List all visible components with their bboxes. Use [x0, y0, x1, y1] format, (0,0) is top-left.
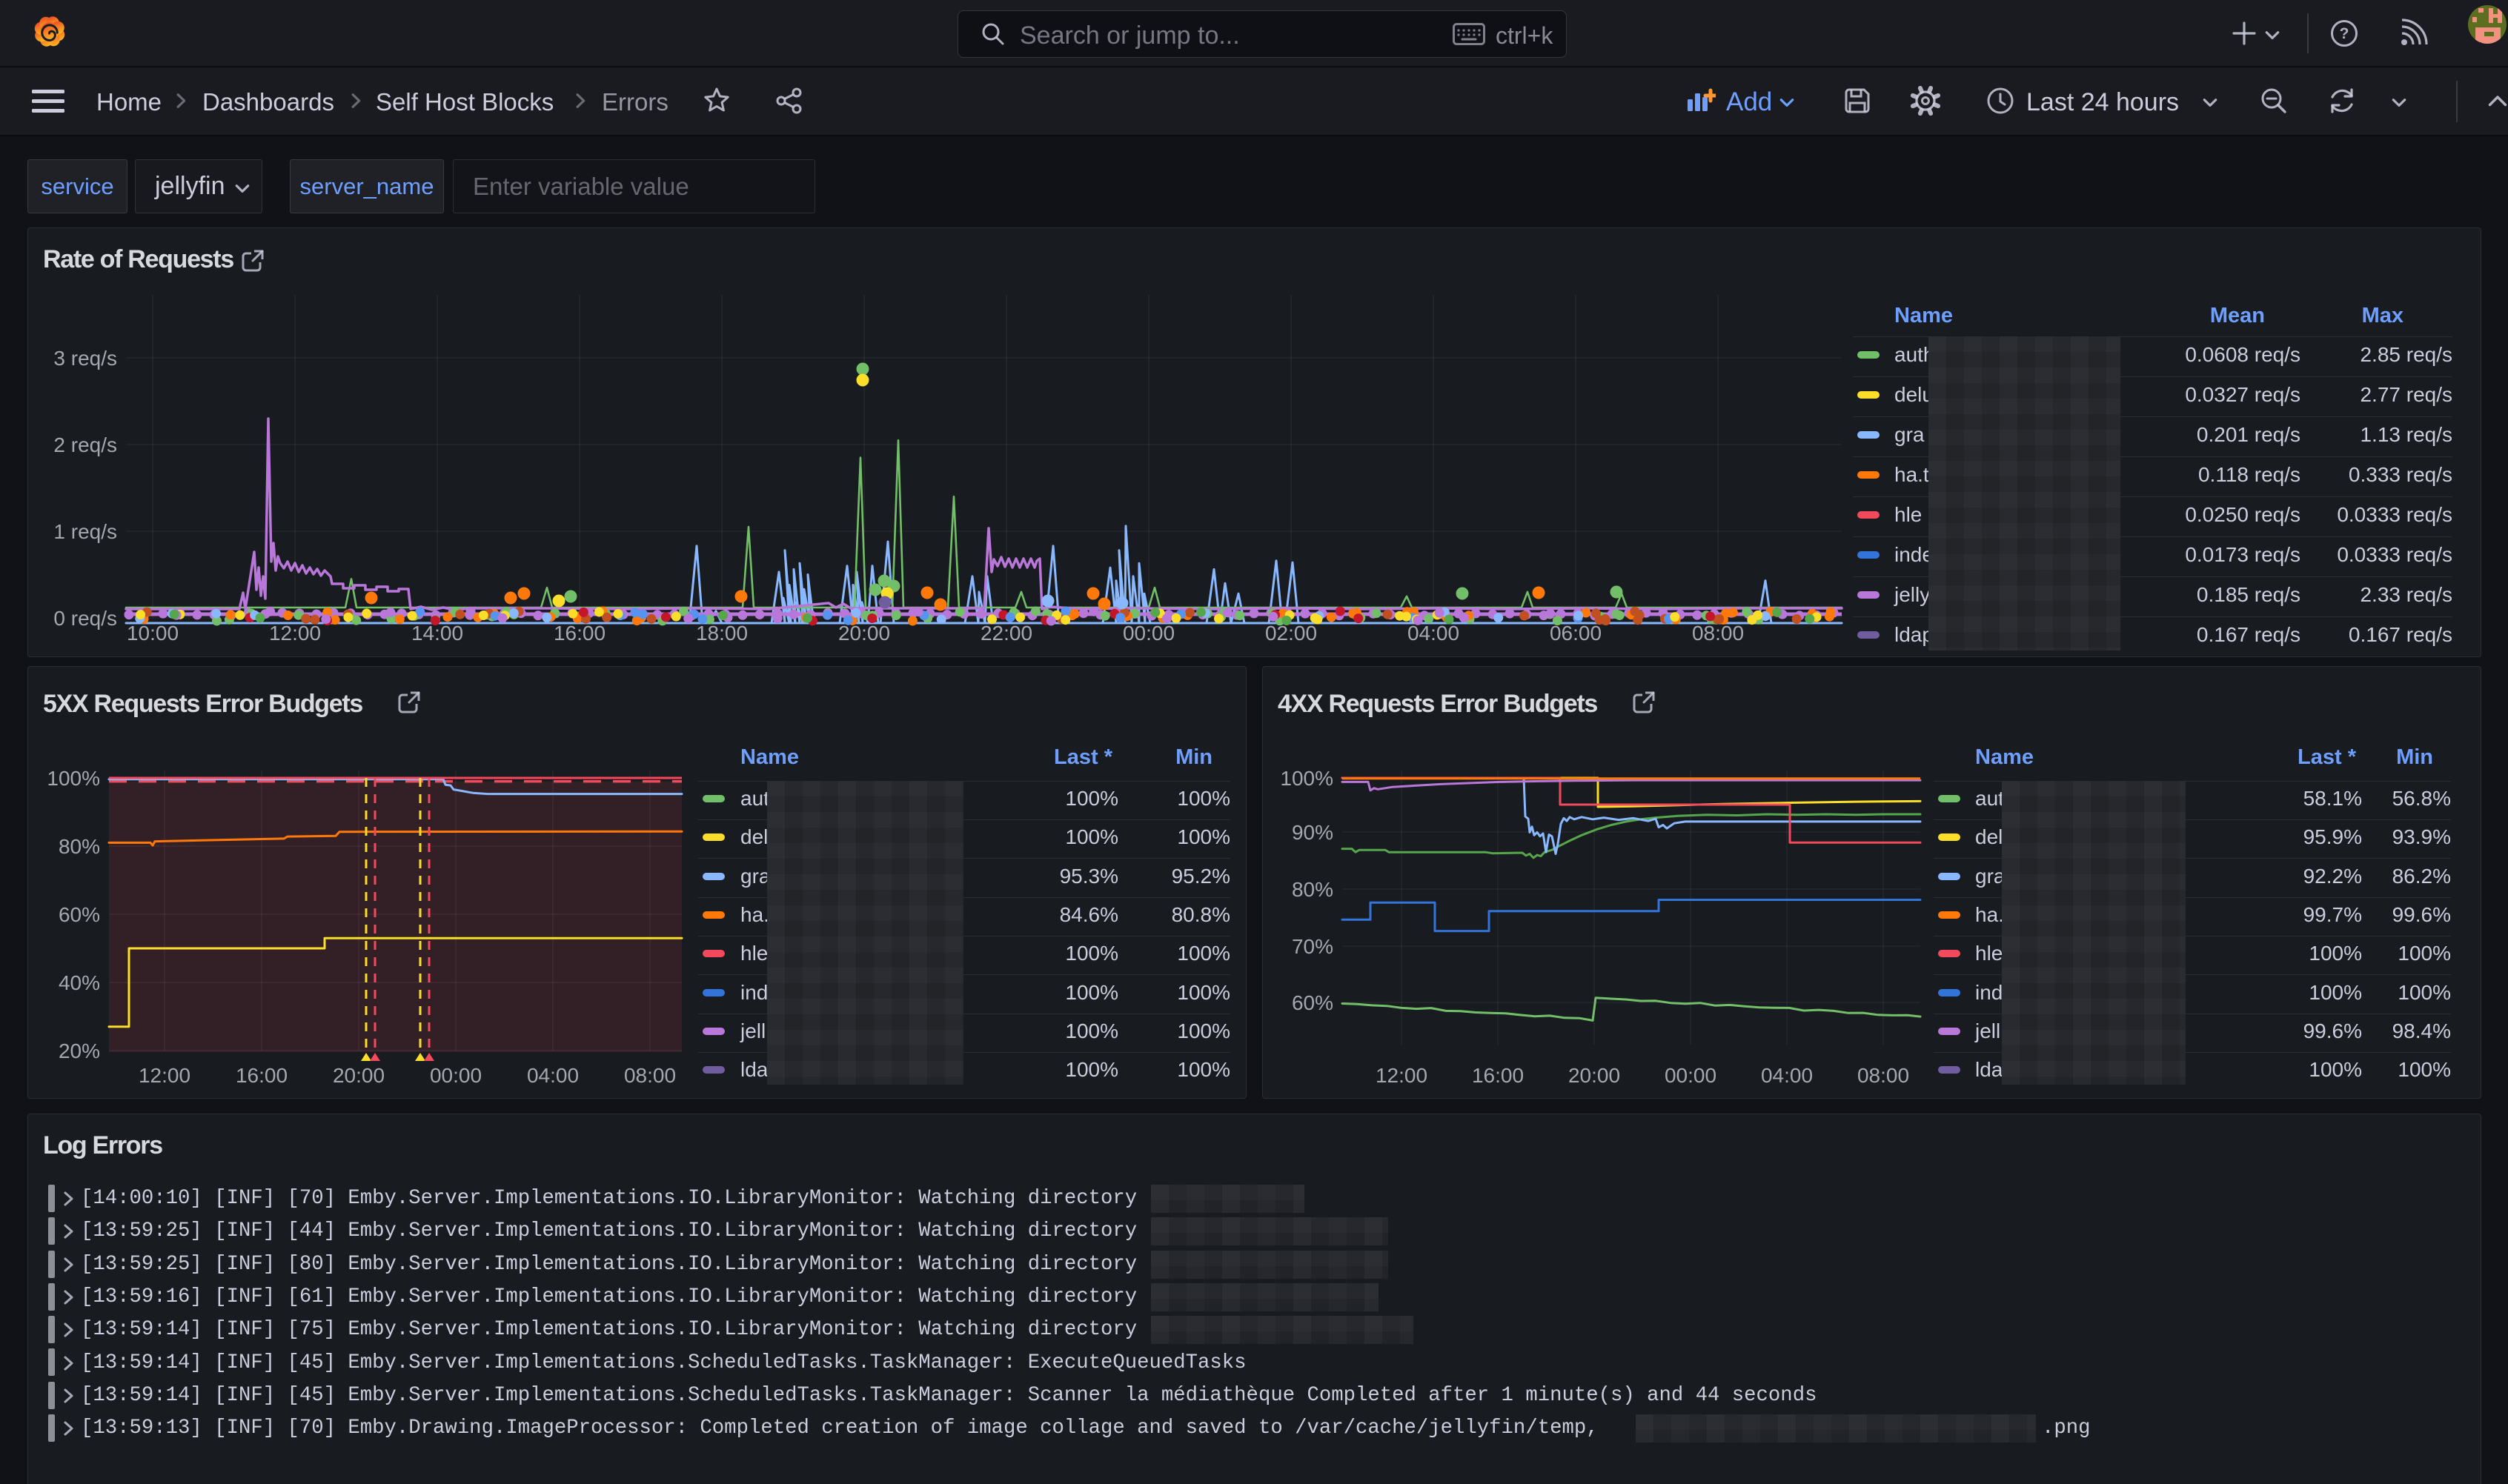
svg-text:?: ?: [2340, 25, 2349, 42]
